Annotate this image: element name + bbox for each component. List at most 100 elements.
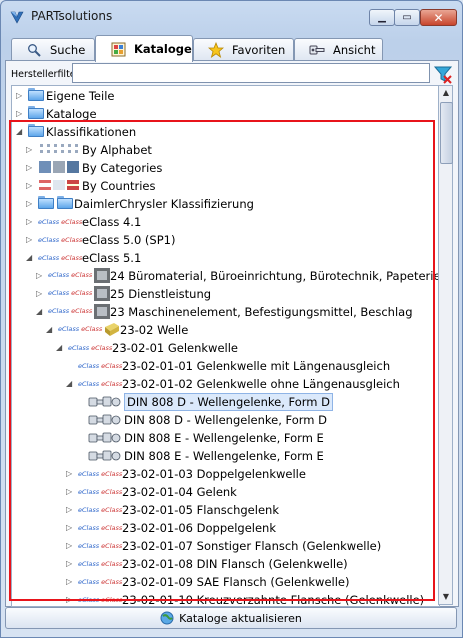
tree-item-klassifikationen[interactable]: ◢ Klassifikationen: [12, 123, 439, 141]
tree-item-din808e-2[interactable]: DIN 808 E - Wellengelenke, Form E: [12, 447, 439, 465]
window-title: PARTsolutions: [31, 9, 113, 23]
tree-item-gelenkwelle-230201-02[interactable]: ◢ eClass eClass 23-02-01-02 Gelenkwelle oh…: [12, 375, 439, 393]
tree-item-kataloge[interactable]: ▷ Kataloge: [12, 105, 439, 123]
tree-item-label: eClass 5.0 (SP1): [82, 233, 176, 247]
tree-item-label: 23-02-01-07 Sonstiger Flansch (Gelenkwel…: [122, 539, 382, 553]
collapse-arrow-icon[interactable]: ◢: [36, 307, 45, 316]
part-3d-icon: [88, 396, 121, 407]
expand-arrow-icon[interactable]: ▷: [16, 109, 25, 118]
tree-item-eclass-25[interactable]: ▷ eClass eClass 25 Dienstleistung: [12, 285, 439, 303]
tree-item-230201-08[interactable]: ▷ eClass eClass 23-02-01-08 DIN Flansch (G…: [12, 555, 439, 573]
eclass-logo-icon: eClass eClass: [78, 506, 123, 514]
tree-item-label: 23-02-01 Gelenkwelle: [112, 341, 239, 355]
expand-arrow-icon[interactable]: ▷: [26, 217, 35, 226]
tree-item-label: 23-02-01-09 SAE Flansch (Gelenkwelle): [122, 575, 350, 589]
minimize-button[interactable]: ▁: [369, 9, 395, 26]
tree-item-230201-04[interactable]: ▷ eClass eClass 23-02-01-04 Gelenk: [12, 483, 439, 501]
catalog-tree[interactable]: ▷ Eigene Teile ▷ Kataloge ◢ Klassifikationen ▷…: [11, 85, 440, 607]
tree-item-230201-05[interactable]: ▷ eClass eClass 23-02-01-05 Flanschgelenk: [12, 501, 439, 519]
app-window: PARTsolutions ▁ ▭ ✕ Suche Kataloge Favor…: [0, 0, 463, 638]
collapse-arrow-icon[interactable]: ◢: [56, 343, 65, 352]
tree-item-label: DIN 808 E - Wellengelenke, Form E: [124, 449, 324, 463]
expand-arrow-icon[interactable]: ▷: [26, 181, 35, 190]
part-3d-icon: [88, 450, 121, 461]
part-3d-icon: [88, 432, 121, 443]
tree-item-label: By Categories: [82, 161, 163, 175]
expand-arrow-icon[interactable]: ▷: [66, 469, 75, 478]
collapse-arrow-icon[interactable]: ◢: [26, 253, 35, 262]
eclass-logo-icon: eClass eClass: [78, 380, 123, 388]
expand-arrow-icon[interactable]: ▷: [66, 505, 75, 514]
expand-arrow-icon[interactable]: ▷: [26, 163, 35, 172]
folder-icon: [28, 88, 44, 101]
tab-bar: Suche Kataloge Favoriten Ansicht: [11, 35, 456, 62]
collapse-arrow-icon[interactable]: ◢: [66, 379, 75, 388]
scrollbar-thumb[interactable]: [440, 102, 453, 164]
tree-item-by-countries[interactable]: ▷ By Countries: [12, 177, 439, 195]
tree-item-daimlerchrysler[interactable]: ▷ DaimlerChrysler Klassifizierung: [12, 195, 439, 213]
expand-arrow-icon[interactable]: ▷: [66, 559, 75, 568]
collapse-arrow-icon[interactable]: ◢: [46, 325, 55, 334]
expand-arrow-icon[interactable]: ▷: [66, 523, 75, 532]
expand-arrow-icon[interactable]: ▷: [26, 199, 35, 208]
tree-item-by-alphabet[interactable]: ▷ By Alphabet: [12, 141, 439, 159]
tree-item-label: By Countries: [82, 179, 156, 193]
tree-item-230201-03[interactable]: ▷ eClass eClass 23-02-01-03 Doppelgelenkwe…: [12, 465, 439, 483]
tree-item-din808d-1[interactable]: DIN 808 D - Wellengelenke, Form D: [12, 393, 439, 411]
tree-item-by-categories[interactable]: ▷ By Categories: [12, 159, 439, 177]
tree-item-eclass-23[interactable]: ◢ eClass eClass 23 Maschinenelement, Befes…: [12, 303, 439, 321]
tab-suche[interactable]: Suche: [11, 38, 95, 60]
filter-button[interactable]: [433, 64, 453, 84]
expand-arrow-icon[interactable]: ▷: [66, 577, 75, 586]
categories-grid-icon: [39, 161, 79, 173]
eclass-logo-icon: eClass eClass: [78, 560, 123, 568]
close-button[interactable]: ✕: [420, 9, 457, 26]
expand-arrow-icon[interactable]: ▷: [66, 541, 75, 550]
tree-item-welle-2302[interactable]: ◢ eClass eClass 23-02 Welle: [12, 321, 439, 339]
update-catalogs-button[interactable]: Kataloge aktualisieren: [5, 607, 457, 629]
tree-item-label: 23-02 Welle: [120, 323, 189, 337]
tree-scrollbar[interactable]: ▲ ▼: [438, 85, 453, 605]
tree-item-label: eClass 5.1: [82, 251, 142, 265]
manufacturer-filter-input[interactable]: [72, 63, 430, 83]
folder-icon: [28, 124, 44, 137]
maximize-button[interactable]: ▭: [394, 9, 420, 26]
eclass-logo-icon: eClass eClass: [58, 325, 103, 333]
tree-item-label: 23-02-01-08 DIN Flansch (Gelenkwelle): [122, 557, 348, 571]
tree-item-label: Eigene Teile: [46, 89, 115, 103]
tree-item-230201-07[interactable]: ▷ eClass eClass 23-02-01-07 Sonstiger Flan…: [12, 537, 439, 555]
scroll-down-icon[interactable]: ▼: [441, 592, 451, 602]
tree-item-gelenkwelle-230201[interactable]: ◢ eClass eClass 23-02-01 Gelenkwelle: [12, 339, 439, 357]
tree-item-din808d-2[interactable]: DIN 808 D - Wellengelenke, Form D: [12, 411, 439, 429]
collapse-arrow-icon[interactable]: ◢: [16, 127, 25, 136]
tab-ansicht[interactable]: Ansicht: [294, 38, 383, 60]
tree-item-label: DIN 808 D - Wellengelenke, Form D: [124, 413, 328, 427]
scroll-up-icon[interactable]: ▲: [441, 88, 451, 98]
expand-arrow-icon[interactable]: ▷: [36, 289, 45, 298]
title-bar[interactable]: PARTsolutions ▁ ▭ ✕: [1, 1, 462, 31]
tab-label: Kataloge: [134, 42, 192, 56]
expand-arrow-icon[interactable]: ▷: [26, 235, 35, 244]
partsolutions-logo-icon: [10, 11, 24, 24]
tree-item-eclass-51[interactable]: ◢ eClass eClass eClass 5.1: [12, 249, 439, 267]
tree-item-gelenkwelle-230201-01[interactable]: eClass eClass 23-02-01-01 Gelenkwelle mit…: [12, 357, 439, 375]
eclass-logo-icon: eClass eClass: [48, 289, 93, 297]
tree-item-label: eClass 4.1: [82, 215, 142, 229]
tab-favoriten[interactable]: Favoriten: [193, 38, 294, 60]
tree-item-eclass-50[interactable]: ▷ eClass eClass eClass 5.0 (SP1): [12, 231, 439, 249]
eclass-logo-icon: eClass eClass: [48, 271, 93, 279]
tab-kataloge[interactable]: Kataloge: [95, 35, 193, 62]
expand-arrow-icon[interactable]: ▷: [66, 487, 75, 496]
tree-item-eclass-24[interactable]: ▷ eClass eClass 24 Büromaterial, Büroeinri…: [12, 267, 439, 285]
expand-arrow-icon[interactable]: ▷: [36, 271, 45, 280]
tree-item-din808e-1[interactable]: DIN 808 E - Wellengelenke, Form E: [12, 429, 439, 447]
tree-item-eclass-41[interactable]: ▷ eClass eClass eClass 4.1: [12, 213, 439, 231]
tree-item-230201-09[interactable]: ▷ eClass eClass 23-02-01-09 SAE Flansch (G…: [12, 573, 439, 591]
bottom-bar: Kataloge aktualisieren: [5, 605, 457, 631]
tab-label: Favoriten: [232, 42, 286, 57]
expand-arrow-icon[interactable]: ▷: [66, 595, 75, 604]
tree-item-230201-06[interactable]: ▷ eClass eClass 23-02-01-06 Doppelgelenk: [12, 519, 439, 537]
expand-arrow-icon[interactable]: ▷: [26, 145, 35, 154]
tree-item-eigene-teile[interactable]: ▷ Eigene Teile: [12, 87, 439, 105]
expand-arrow-icon[interactable]: ▷: [16, 91, 25, 100]
